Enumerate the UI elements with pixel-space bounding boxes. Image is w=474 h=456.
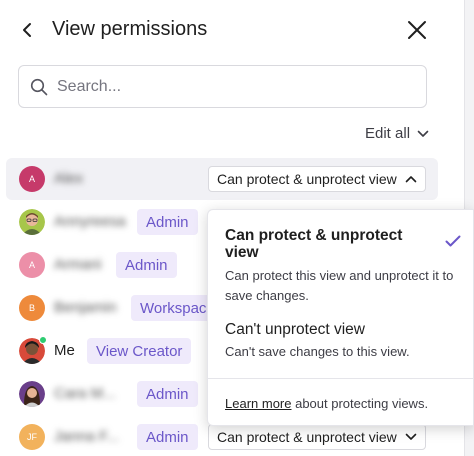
option-description: Can't save changes to this view.: [225, 344, 410, 359]
permission-label: Can protect & unprotect view: [217, 171, 397, 187]
page-title: View permissions: [52, 18, 208, 40]
avatar: A: [19, 166, 45, 192]
edit-all-label: Edit all: [365, 125, 411, 142]
search-box[interactable]: [18, 65, 427, 108]
avatar: JF: [19, 424, 45, 450]
option-title: Can't unprotect view: [225, 321, 365, 338]
back-button[interactable]: [14, 17, 40, 43]
permission-dropdown-menu: Can protect & unprotect view Can protect…: [207, 209, 474, 426]
avatar: [19, 209, 45, 235]
permission-select[interactable]: Can protect & unprotect view: [208, 166, 426, 192]
permission-select[interactable]: Can protect & unprotect view: [208, 424, 426, 450]
online-status-dot: [39, 336, 47, 344]
search-icon: [30, 78, 48, 95]
list-item: A Alex Can protect & unprotect view: [6, 158, 438, 200]
learn-more-text: Learn more about protecting views.: [225, 396, 428, 411]
header: View permissions: [0, 0, 464, 60]
user-name: Janna F...: [54, 428, 120, 445]
option-description: Can protect this view and unprotect it t…: [225, 268, 454, 303]
user-name: Alex: [54, 170, 84, 187]
permission-label: Can protect & unprotect view: [217, 429, 397, 445]
user-name: Annyreesa: [54, 213, 126, 230]
checkmark-icon: [445, 235, 461, 247]
search-input[interactable]: [57, 77, 397, 96]
user-name: Me: [54, 342, 75, 359]
user-photo-icon: [19, 381, 45, 407]
divider: [208, 378, 474, 379]
chevron-down-icon: [405, 433, 417, 440]
chevron-left-icon: [23, 23, 31, 37]
user-name: Benjamin: [54, 299, 117, 316]
chevron-up-icon: [405, 176, 417, 183]
role-badge: Admin: [137, 381, 198, 407]
avatar: A: [19, 252, 45, 278]
chevron-down-icon: [417, 130, 429, 137]
avatar: B: [19, 295, 45, 321]
role-badge: View Creator: [87, 338, 192, 364]
user-name: Armani: [54, 256, 102, 273]
role-badge: Admin: [116, 252, 177, 278]
role-badge: Admin: [137, 209, 198, 235]
role-badge: Admin: [137, 424, 198, 450]
user-photo-icon: [19, 209, 45, 235]
avatar: [19, 381, 45, 407]
close-icon: [408, 21, 426, 39]
learn-more-link[interactable]: Learn more: [225, 396, 291, 411]
close-button[interactable]: [403, 16, 431, 44]
learn-more-suffix: about protecting views.: [291, 396, 429, 411]
edit-all-button[interactable]: Edit all: [365, 125, 429, 142]
option-title: Can protect & unprotect view: [225, 227, 403, 261]
user-name: Cara M...: [54, 385, 116, 402]
